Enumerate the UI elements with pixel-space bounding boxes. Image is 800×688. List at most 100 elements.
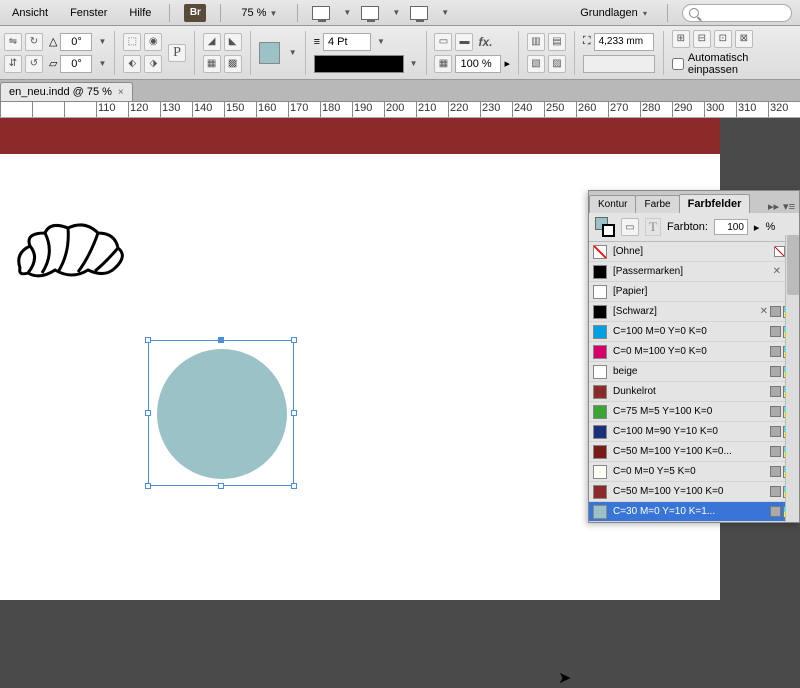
lock-icon: ✕ xyxy=(760,306,768,317)
swatch-row[interactable]: beige xyxy=(589,362,799,382)
paragraph-icon[interactable]: P xyxy=(168,44,185,62)
select-content-icon[interactable]: ◉ xyxy=(144,33,162,51)
swatch-chip xyxy=(593,305,607,319)
blend-icon[interactable]: ▭ xyxy=(434,33,452,51)
process-icon xyxy=(770,326,781,337)
zoom-level[interactable]: 75 %▼ xyxy=(235,5,283,21)
center-content-icon[interactable]: ⊡ xyxy=(714,30,732,48)
swatch-row[interactable]: C=50 M=100 Y=100 K=0 xyxy=(589,482,799,502)
handle-top-mid[interactable] xyxy=(218,337,224,343)
rotation-field[interactable]: 0° xyxy=(60,33,92,51)
croissant-graphic[interactable] xyxy=(10,218,130,291)
scroll-thumb[interactable] xyxy=(787,235,799,295)
swatch-row[interactable]: C=0 M=100 Y=0 K=0 xyxy=(589,342,799,362)
fx-icon[interactable]: fx. xyxy=(476,35,494,49)
ruler-tick: 310 xyxy=(736,102,756,118)
collapse-icon[interactable]: ▸▸ xyxy=(768,200,779,213)
screen-mode-preview-icon[interactable] xyxy=(410,6,428,20)
handle-top-right[interactable] xyxy=(291,337,297,343)
knockout-icon[interactable]: ▬ xyxy=(455,33,473,51)
autofit-checkbox[interactable]: Automatisch einpassen xyxy=(672,52,796,76)
corner-type[interactable] xyxy=(583,55,655,73)
document-tab-label: en_neu.indd @ 75 % xyxy=(9,86,112,98)
swatch-name: beige xyxy=(613,366,764,377)
scrollbar[interactable] xyxy=(785,235,799,522)
swatch-row[interactable]: [Ohne]✕ xyxy=(589,242,799,262)
corner-icon[interactable]: ◢ xyxy=(203,33,221,51)
flip-v-icon[interactable]: ⇵ xyxy=(4,55,22,73)
swatch-row[interactable]: C=30 M=0 Y=10 K=1... xyxy=(589,502,799,522)
swatch-row[interactable]: C=100 M=90 Y=10 K=0 xyxy=(589,422,799,442)
menu-window[interactable]: Fenster xyxy=(66,5,111,21)
process-icon xyxy=(770,446,781,457)
arrange-icon[interactable] xyxy=(361,6,379,20)
swatch-row[interactable]: C=75 M=5 Y=100 K=0 xyxy=(589,402,799,422)
panel-menu-icon[interactable]: ▾≡ xyxy=(783,200,795,213)
process-icon xyxy=(770,386,781,397)
screen-mode-normal-icon[interactable] xyxy=(312,6,330,20)
text-wrap-bound-icon[interactable]: ▤ xyxy=(548,33,566,51)
horizontal-ruler[interactable]: 1101201301401501601701801902002102202302… xyxy=(0,102,800,118)
text-wrap-none-icon[interactable]: ▥ xyxy=(527,33,545,51)
shear-field[interactable]: 0° xyxy=(60,55,92,73)
ruler-tick: 180 xyxy=(320,102,340,118)
text-wrap-shape-icon[interactable]: ▧ xyxy=(527,55,545,73)
fill-stroke-toggle[interactable] xyxy=(595,217,615,237)
chevron-down-icon: ▼ xyxy=(269,9,277,18)
effects-icon[interactable]: ▦ xyxy=(203,55,221,73)
workspace-switcher[interactable]: Grundlagen ▾ xyxy=(574,5,653,21)
menu-help[interactable]: Hilfe xyxy=(125,5,155,21)
live-corner-icon[interactable]: ◣ xyxy=(224,33,242,51)
fit-prop-icon[interactable]: ⊠ xyxy=(735,30,753,48)
menu-view[interactable]: Ansicht xyxy=(8,5,52,21)
select-next-icon[interactable]: ⬗ xyxy=(144,55,162,73)
swatch-row[interactable]: Dunkelrot xyxy=(589,382,799,402)
ellipse-object[interactable] xyxy=(157,349,287,479)
document-tab[interactable]: en_neu.indd @ 75 % × xyxy=(0,82,133,101)
ruler-tick xyxy=(0,102,2,118)
fit-frame-icon[interactable]: ⊞ xyxy=(672,30,690,48)
text-format-icon[interactable]: T xyxy=(645,218,661,236)
stroke-style[interactable] xyxy=(314,55,404,73)
bridge-icon[interactable]: Br xyxy=(184,4,206,22)
swatch-chip xyxy=(593,485,607,499)
rotate-ccw-icon[interactable]: ↺ xyxy=(25,55,43,73)
text-wrap-jump-icon[interactable]: ▨ xyxy=(548,55,566,73)
select-container-icon[interactable]: ⬚ xyxy=(123,33,141,51)
swatch-row[interactable]: [Schwarz]✕ xyxy=(589,302,799,322)
swatch-row[interactable]: C=0 M=0 Y=5 K=0 xyxy=(589,462,799,482)
fill-swatch[interactable] xyxy=(259,42,280,64)
process-icon xyxy=(770,426,781,437)
tab-color[interactable]: Farbe xyxy=(635,195,679,213)
search-input[interactable] xyxy=(682,4,792,22)
swatch-row[interactable]: [Passermarken]✕⊕ xyxy=(589,262,799,282)
handle-mid-right[interactable] xyxy=(291,410,297,416)
handle-mid-left[interactable] xyxy=(145,410,151,416)
stroke-proxy[interactable] xyxy=(602,224,615,237)
tab-swatches[interactable]: Farbfelder xyxy=(679,194,751,213)
container-format-icon[interactable]: ▭ xyxy=(621,218,639,236)
opacity-field[interactable]: 100 % xyxy=(455,55,501,73)
handle-bottom-mid[interactable] xyxy=(218,483,224,489)
handle-top-left[interactable] xyxy=(145,337,151,343)
swatch-row[interactable]: C=100 M=0 Y=0 K=0 xyxy=(589,322,799,342)
handle-bottom-right[interactable] xyxy=(291,483,297,489)
tab-stroke[interactable]: Kontur xyxy=(589,195,636,213)
swatch-chip xyxy=(593,405,607,419)
swatch-name: Dunkelrot xyxy=(613,386,764,397)
handle-bottom-left[interactable] xyxy=(145,483,151,489)
shear-icon: ▱ xyxy=(49,57,57,70)
fit-content-icon[interactable]: ⊟ xyxy=(693,30,711,48)
swatch-row[interactable]: C=50 M=100 Y=100 K=0... xyxy=(589,442,799,462)
tint-field[interactable] xyxy=(714,219,748,235)
tint-slider-icon[interactable]: ▸ xyxy=(754,221,760,234)
select-prev-icon[interactable]: ⬖ xyxy=(123,55,141,73)
rotate-icon[interactable]: ↻ xyxy=(25,33,43,51)
selection-bounding-box[interactable] xyxy=(148,340,294,486)
pathfinder-icon[interactable]: ▩ xyxy=(224,55,242,73)
swatch-row[interactable]: [Papier] xyxy=(589,282,799,302)
dimension-field[interactable]: 4,233 mm xyxy=(594,33,654,51)
close-icon[interactable]: × xyxy=(118,87,124,98)
stroke-weight-field[interactable]: 4 Pt xyxy=(323,33,371,51)
flip-h-icon[interactable]: ⇋ xyxy=(4,33,22,51)
